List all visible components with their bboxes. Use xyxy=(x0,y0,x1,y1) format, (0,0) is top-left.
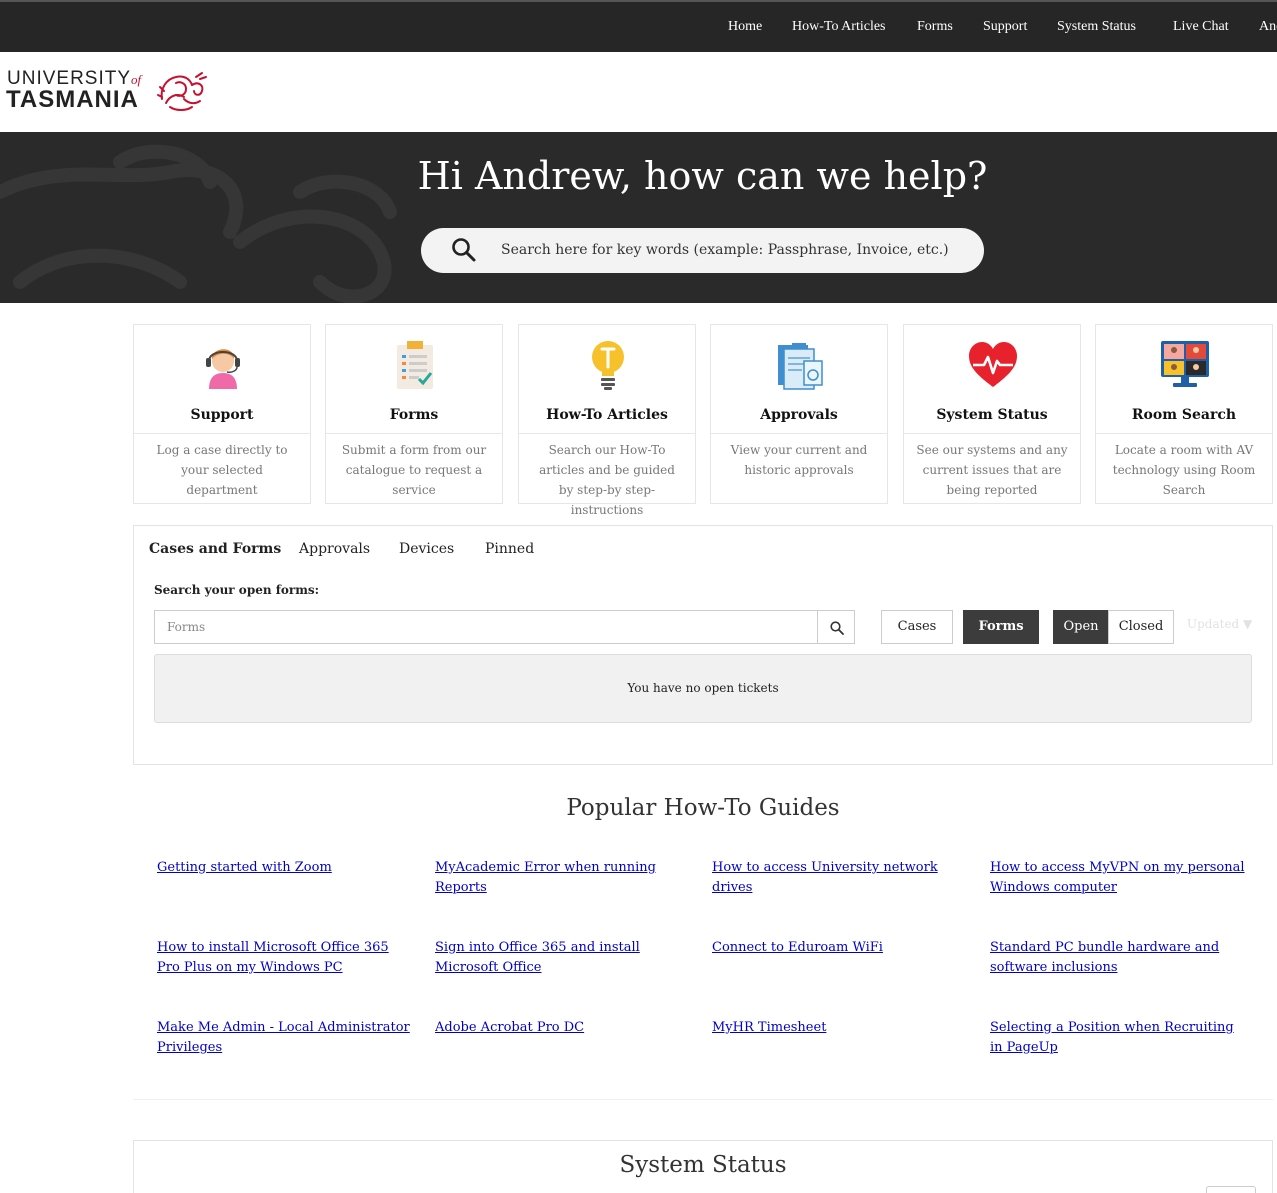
tile-description: View your current and historic approvals xyxy=(730,443,868,477)
divider xyxy=(1096,433,1272,434)
nav-support[interactable]: Support xyxy=(983,19,1027,35)
section-title: Popular How-To Guides xyxy=(566,795,840,821)
open-filter-button[interactable]: Open xyxy=(1053,610,1109,644)
divider xyxy=(711,433,887,434)
hero-search-box[interactable]: Search here for key words (example: Pass… xyxy=(421,228,984,273)
search-icon xyxy=(452,238,476,262)
guide-link[interactable]: Getting started with Zoom xyxy=(157,858,413,878)
guide-link[interactable]: MyHR Timesheet xyxy=(712,1018,968,1038)
tab-devices[interactable]: Devices xyxy=(399,541,454,557)
guide-link[interactable]: How to install Microsoft Office 365 Pro … xyxy=(157,938,413,978)
cases-filter-button[interactable]: Cases xyxy=(881,610,953,644)
nav-home[interactable]: Home xyxy=(728,19,762,35)
tile-how-to-articles[interactable]: How-To Articles Search our How-To articl… xyxy=(518,324,696,517)
tab-cases-and-forms[interactable]: Cases and Forms xyxy=(149,541,281,557)
divider xyxy=(519,433,695,434)
closed-filter-button[interactable]: Closed xyxy=(1108,610,1174,644)
tile-approvals[interactable]: Approvals View your current and historic… xyxy=(710,324,888,504)
system-status-section: System Status xyxy=(133,1140,1273,1193)
search-icon xyxy=(830,621,844,635)
hero-greeting: Hi Andrew, how can we help? xyxy=(417,154,988,198)
divider xyxy=(904,433,1080,434)
tile-description: Submit a form from our catalogue to requ… xyxy=(341,443,487,497)
tab-pinned[interactable]: Pinned xyxy=(485,541,534,557)
empty-tickets-message: You have no open tickets xyxy=(154,654,1252,723)
forms-search-button[interactable] xyxy=(817,610,855,644)
nav-forms[interactable]: Forms xyxy=(917,19,953,35)
video-conference-monitor-icon xyxy=(1161,341,1209,387)
clipboard-checklist-icon xyxy=(397,341,433,389)
heartbeat-icon xyxy=(969,342,1017,387)
logo-tasmania[interactable]: TASMANIA xyxy=(6,86,139,114)
nav-live-chat[interactable]: Live Chat xyxy=(1173,19,1229,35)
nav-how-to-articles[interactable]: How-To Articles xyxy=(792,19,886,35)
guide-link[interactable]: Standard PC bundle hardware and software… xyxy=(990,938,1246,978)
divider xyxy=(326,433,502,434)
guide-link[interactable]: Make Me Admin - Local Administrator Priv… xyxy=(157,1018,413,1058)
guide-link[interactable]: How to access MyVPN on my personal Windo… xyxy=(990,858,1246,898)
tile-room-search[interactable]: Room Search Locate a room with AV techno… xyxy=(1095,324,1273,504)
tile-forms[interactable]: Forms Submit a form from our catalogue t… xyxy=(325,324,503,504)
nav-system-status[interactable]: System Status xyxy=(1057,19,1136,35)
logo-bar: UNIVERSITYof TASMANIA xyxy=(0,52,1277,132)
tile-title: Approvals xyxy=(760,407,838,423)
guide-link[interactable]: Connect to Eduroam WiFi xyxy=(712,938,968,958)
hero-search-placeholder: Search here for key words (example: Pass… xyxy=(501,242,949,258)
lightbulb-icon xyxy=(592,341,624,390)
hero-banner: Hi Andrew, how can we help? Search here … xyxy=(0,132,1277,303)
guide-link[interactable]: Sign into Office 365 and install Microso… xyxy=(435,938,691,978)
approval-documents-icon xyxy=(778,343,823,390)
forms-filter-button[interactable]: Forms xyxy=(963,610,1039,644)
tile-system-status[interactable]: System Status See our systems and any cu… xyxy=(903,324,1081,504)
tile-description: See our systems and any current issues t… xyxy=(916,443,1068,497)
forms-search-input[interactable] xyxy=(154,610,818,644)
tile-title: Room Search xyxy=(1131,407,1237,423)
tile-title: System Status xyxy=(936,407,1048,423)
tile-title: Forms xyxy=(389,407,439,423)
tile-title: Support xyxy=(190,407,254,423)
guide-link[interactable]: Selecting a Position when Recruiting in … xyxy=(990,1018,1246,1058)
headset-agent-icon xyxy=(206,349,240,389)
tile-support[interactable]: Support Log a case directly to your sele… xyxy=(133,324,311,504)
sort-updated-dropdown[interactable]: Updated ▼ xyxy=(1187,617,1252,631)
guide-link[interactable]: MyAcademic Error when running Reports xyxy=(435,858,691,898)
popular-guides-section: Popular How-To Guides Getting started wi… xyxy=(133,765,1273,1100)
tile-title: How-To Articles xyxy=(546,407,668,423)
tab-approvals[interactable]: Approvals xyxy=(299,541,370,557)
tile-description: Search our How-To articles and be guided… xyxy=(539,443,675,517)
top-nav: Home How-To Articles Forms Support Syste… xyxy=(0,0,1277,52)
section-title: System Status xyxy=(619,1152,787,1178)
forms-search-label: Search your open forms: xyxy=(154,583,320,597)
nav-user-menu[interactable]: Andrew xyxy=(1259,19,1277,35)
cases-panel: Cases and Forms Approvals Devices Pinned… xyxy=(133,525,1273,765)
tile-description: Locate a room with AV technology using R… xyxy=(1112,443,1256,497)
guide-link[interactable]: Adobe Acrobat Pro DC xyxy=(435,1018,691,1038)
status-control[interactable] xyxy=(1206,1186,1256,1193)
lion-logo-icon[interactable] xyxy=(156,69,208,113)
divider xyxy=(134,433,310,434)
guide-link[interactable]: How to access University network drives xyxy=(712,858,968,898)
tile-description: Log a case directly to your selected dep… xyxy=(156,443,288,497)
